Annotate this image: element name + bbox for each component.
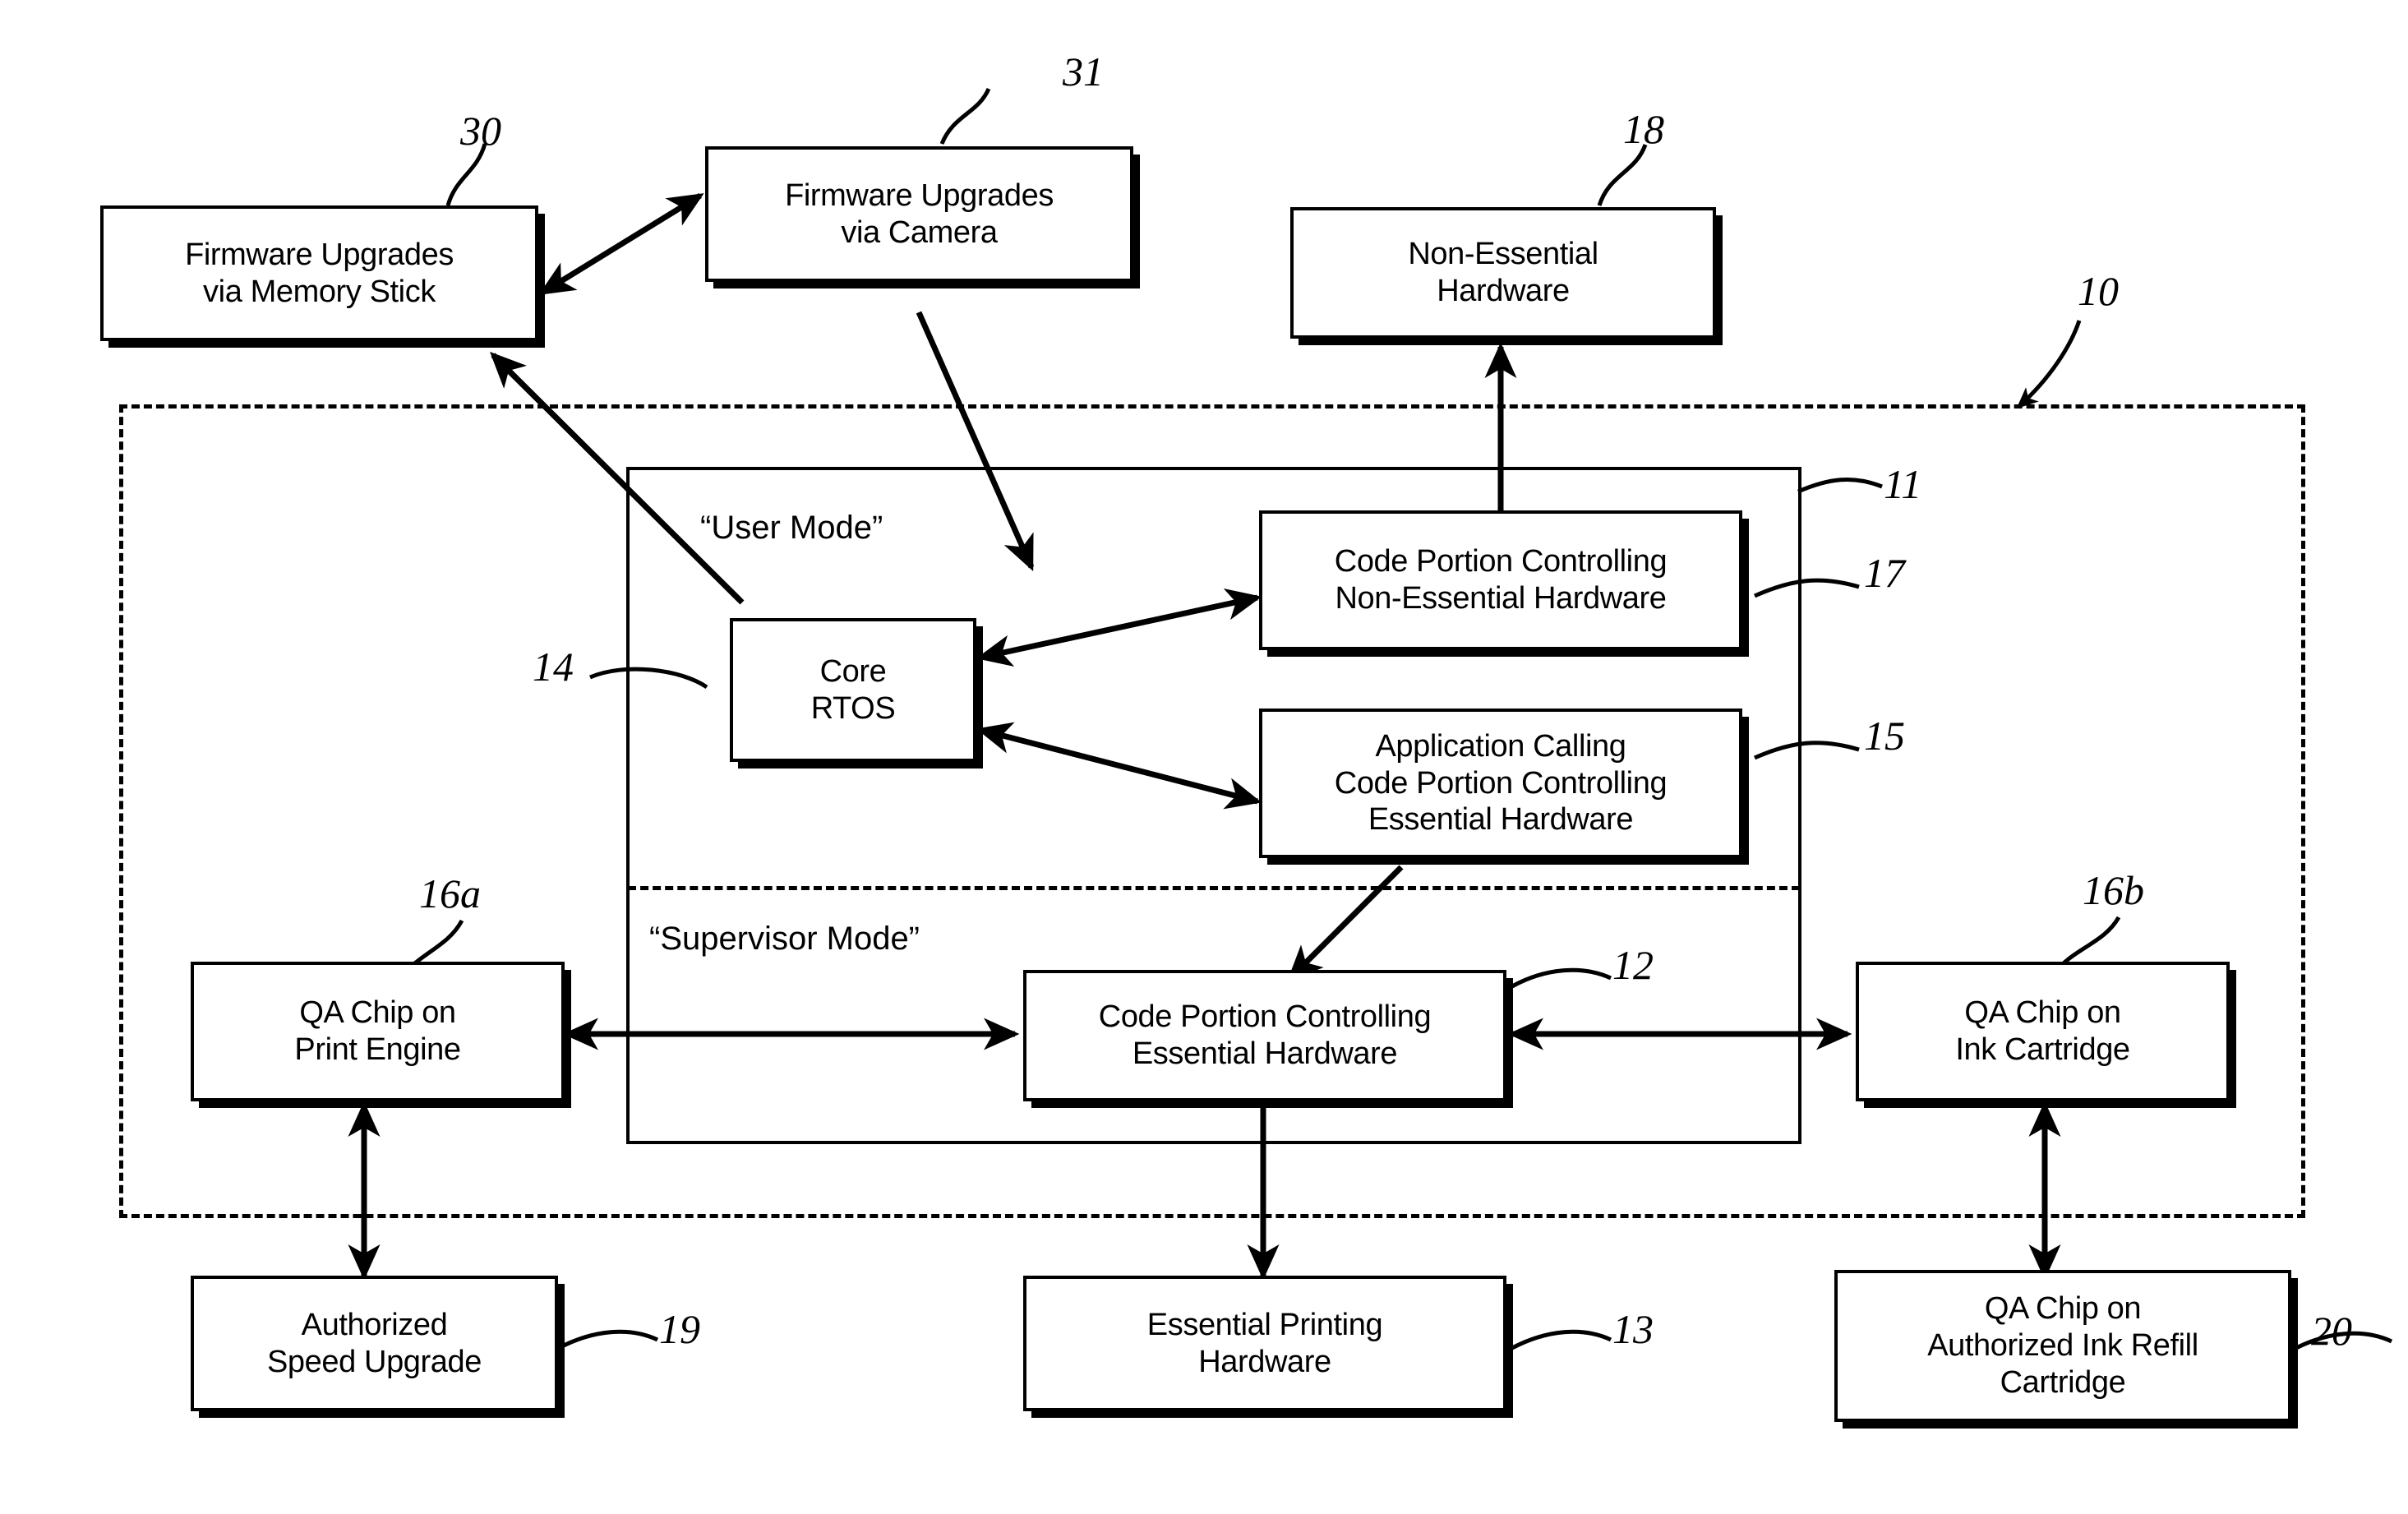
node-label: Code Portion Controlling Non-Essential H…	[1334, 544, 1668, 616]
node-qa-chip-authorized-ink-refill-cartridge[interactable]: QA Chip on Authorized Ink Refill Cartrid…	[1834, 1270, 2291, 1422]
node-code-portion-non-essential-hardware[interactable]: Code Portion Controlling Non-Essential H…	[1259, 510, 1742, 650]
node-code-portion-essential-hardware[interactable]: Code Portion Controlling Essential Hardw…	[1023, 970, 1506, 1101]
ref-numeral-30: 30	[460, 108, 501, 154]
ref-numeral-31: 31	[1063, 48, 1104, 95]
patent-figure: 31 Firmware/Camera --> Core RTOS (diagon…	[0, 0, 2408, 1514]
node-non-essential-hardware[interactable]: Non-Essential Hardware	[1290, 207, 1716, 339]
ref-numeral-15: 15	[1864, 713, 1905, 759]
ref-numeral-12: 12	[1612, 942, 1654, 988]
node-firmware-upgrades-memory-stick[interactable]: Firmware Upgrades via Memory Stick	[100, 205, 538, 341]
ref-numeral-14: 14	[533, 644, 574, 690]
node-label: Application Calling Code Portion Control…	[1334, 728, 1668, 838]
node-label: Core RTOS	[810, 653, 896, 726]
supervisor-mode-label: “Supervisor Mode”	[649, 921, 920, 957]
node-label: Authorized Speed Upgrade	[266, 1307, 482, 1379]
ref-numeral-13: 13	[1612, 1306, 1654, 1352]
node-label: Essential Printing Hardware	[1146, 1307, 1383, 1379]
node-label: Firmware Upgrades via Memory Stick	[185, 237, 454, 309]
link-memstick-camera	[538, 193, 704, 295]
ref-numeral-19: 19	[659, 1306, 700, 1352]
node-essential-printing-hardware[interactable]: Essential Printing Hardware	[1023, 1276, 1506, 1411]
leader-19	[557, 1329, 659, 1350]
ref-numeral-18: 18	[1623, 106, 1664, 152]
node-label: Firmware Upgrades via Camera	[785, 178, 1054, 250]
node-application-calling-code-portion[interactable]: Application Calling Code Portion Control…	[1259, 709, 1742, 858]
node-firmware-upgrades-camera[interactable]: Firmware Upgrades via Camera	[705, 146, 1133, 282]
user-mode-label: “User Mode”	[700, 510, 883, 546]
node-qa-chip-ink-cartridge[interactable]: QA Chip on Ink Cartridge	[1856, 962, 2230, 1101]
ref-numeral-11: 11	[1884, 461, 1922, 507]
node-qa-chip-print-engine[interactable]: QA Chip on Print Engine	[191, 962, 565, 1101]
ref-numeral-16b: 16b	[2083, 867, 2144, 913]
ref-numeral-10: 10	[2078, 268, 2119, 314]
ref-numeral-17: 17	[1864, 550, 1905, 596]
user-supervisor-divider	[628, 886, 1800, 890]
node-label: QA Chip on Authorized Ink Refill Cartrid…	[1927, 1291, 2198, 1400]
leader-13	[1511, 1329, 1612, 1350]
leader-31	[939, 87, 991, 145]
node-label: Code Portion Controlling Essential Hardw…	[1098, 999, 1432, 1071]
node-label: QA Chip on Ink Cartridge	[1955, 995, 2130, 1067]
node-label: Non-Essential Hardware	[1408, 237, 1598, 308]
ref-numeral-16a: 16a	[419, 870, 481, 916]
ref-numeral-20: 20	[2311, 1308, 2352, 1354]
node-core-rtos[interactable]: Core RTOS	[730, 618, 976, 762]
leader-10	[2016, 320, 2082, 409]
leader-18	[1597, 144, 1648, 206]
node-authorized-speed-upgrade[interactable]: Authorized Speed Upgrade	[191, 1276, 558, 1411]
node-label: QA Chip on Print Engine	[294, 995, 461, 1067]
